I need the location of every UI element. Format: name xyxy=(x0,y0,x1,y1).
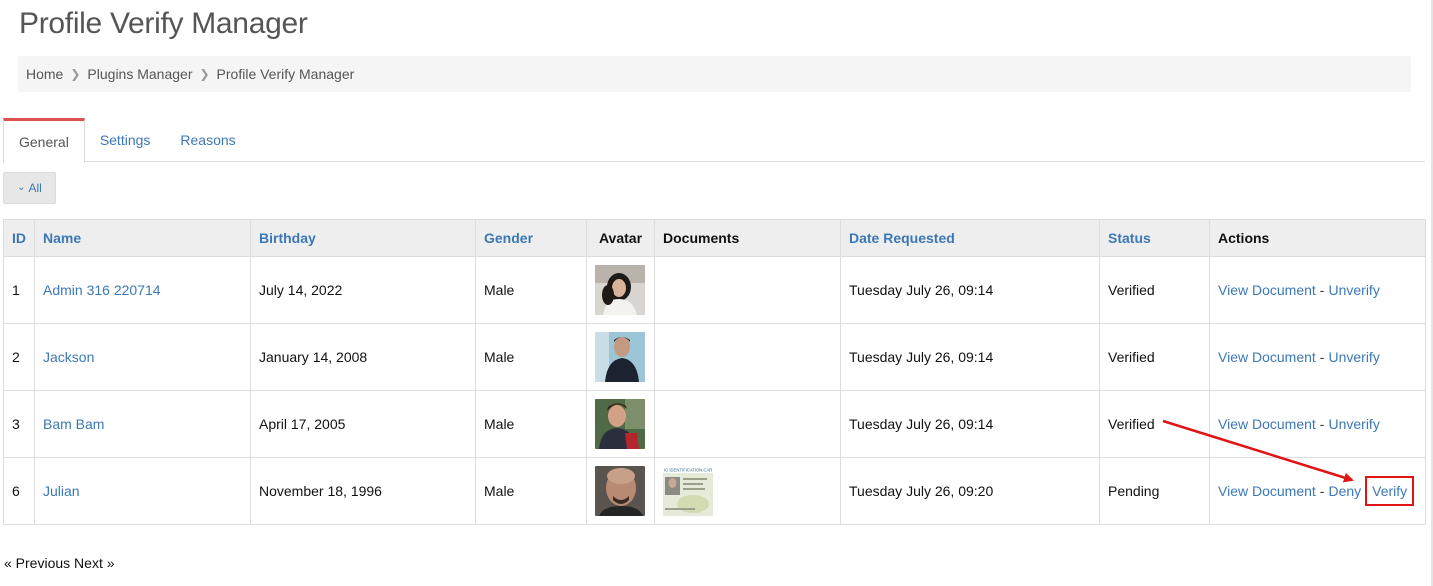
row-gender: Male xyxy=(475,323,587,391)
pagination: « Previous Next » xyxy=(4,555,115,571)
row-status: Verified xyxy=(1099,323,1210,391)
row-birthday: November 18, 1996 xyxy=(250,457,476,525)
unverify-link[interactable]: Unverify xyxy=(1328,282,1379,298)
row-actions: View Document - Unverify xyxy=(1209,390,1426,458)
column-header-birthday[interactable]: Birthday xyxy=(250,219,476,257)
row-date-requested: Tuesday July 26, 09:20 xyxy=(840,457,1100,525)
row-date-requested: Tuesday July 26, 09:14 xyxy=(840,323,1100,391)
row-gender: Male xyxy=(475,256,587,324)
breadcrumb-home[interactable]: Home xyxy=(26,66,63,82)
view-document-link[interactable]: View Document xyxy=(1218,349,1316,365)
view-document-link[interactable]: View Document xyxy=(1218,483,1316,499)
next-page-link[interactable]: Next » xyxy=(74,555,114,571)
row-avatar-cell xyxy=(586,256,655,324)
action-separator: - xyxy=(1319,483,1325,499)
breadcrumb-separator-icon: ❯ xyxy=(70,67,81,81)
action-separator: - xyxy=(1319,282,1325,298)
verify-link[interactable]: Verify xyxy=(1365,476,1415,506)
filter-all-button[interactable]: ⌄ All xyxy=(3,172,56,204)
table-row: 3 Bam Bam April 17, 2005 Male Tuesday Ju… xyxy=(3,390,1426,458)
avatar[interactable] xyxy=(595,332,645,382)
tab-reasons[interactable]: Reasons xyxy=(165,118,250,162)
row-actions: View Document - Unverify xyxy=(1209,323,1426,391)
deny-link[interactable]: Deny xyxy=(1328,483,1361,499)
row-actions: View Document - Unverify xyxy=(1209,256,1426,324)
column-header-gender[interactable]: Gender xyxy=(475,219,587,257)
row-status: Verified xyxy=(1099,390,1210,458)
table-header-row: ID Name Birthday Gender Avatar Documents… xyxy=(3,219,1426,257)
row-id: 3 xyxy=(3,390,35,458)
column-header-avatar: Avatar xyxy=(586,219,655,257)
column-header-id[interactable]: ID xyxy=(3,219,35,257)
column-header-status[interactable]: Status xyxy=(1099,219,1210,257)
row-status: Pending xyxy=(1099,457,1210,525)
tab-settings[interactable]: Settings xyxy=(85,118,166,162)
row-name-link[interactable]: Bam Bam xyxy=(34,390,251,458)
row-documents-cell: IC IDENTIFICATION CAR xyxy=(654,457,841,525)
view-document-link[interactable]: View Document xyxy=(1218,282,1316,298)
chevron-down-icon: ⌄ xyxy=(17,181,26,193)
row-avatar-cell xyxy=(586,457,655,525)
breadcrumb-current: Profile Verify Manager xyxy=(216,66,355,82)
table-row: 1 Admin 316 220714 July 14, 2022 Male Tu… xyxy=(3,256,1426,324)
table-row: 2 Jackson January 14, 2008 Male Tuesday … xyxy=(3,323,1426,391)
row-birthday: July 14, 2022 xyxy=(250,256,476,324)
row-gender: Male xyxy=(475,457,587,525)
row-name-link[interactable]: Jackson xyxy=(34,323,251,391)
tab-general[interactable]: General xyxy=(3,118,85,163)
document-header-text: IC IDENTIFICATION CAR xyxy=(664,468,712,473)
table-row: 6 Julian November 18, 1996 Male IC IDENT… xyxy=(3,457,1426,525)
row-gender: Male xyxy=(475,390,587,458)
unverify-link[interactable]: Unverify xyxy=(1328,416,1379,432)
view-document-link[interactable]: View Document xyxy=(1218,416,1316,432)
previous-page-link[interactable]: « Previous xyxy=(4,555,70,571)
filter-label: All xyxy=(28,181,42,195)
avatar[interactable] xyxy=(595,466,645,516)
verify-requests-table: ID Name Birthday Gender Avatar Documents… xyxy=(3,219,1426,525)
row-documents-cell xyxy=(654,256,841,324)
column-header-name[interactable]: Name xyxy=(34,219,251,257)
avatar[interactable] xyxy=(595,265,645,315)
column-header-date-requested[interactable]: Date Requested xyxy=(840,219,1100,257)
page-title: Profile Verify Manager xyxy=(19,7,308,40)
row-documents-cell xyxy=(654,323,841,391)
row-date-requested: Tuesday July 26, 09:14 xyxy=(840,256,1100,324)
breadcrumb-separator-icon: ❯ xyxy=(199,67,210,81)
tab-bar: General Settings Reasons xyxy=(3,118,1425,163)
breadcrumb: Home ❯ Plugins Manager ❯ Profile Verify … xyxy=(18,56,1411,92)
row-id: 2 xyxy=(3,323,35,391)
row-avatar-cell xyxy=(586,323,655,391)
action-separator: - xyxy=(1319,349,1325,365)
row-name-link[interactable]: Admin 316 220714 xyxy=(34,256,251,324)
avatar[interactable] xyxy=(595,399,645,449)
row-name-link[interactable]: Julian xyxy=(34,457,251,525)
row-avatar-cell xyxy=(586,390,655,458)
row-date-requested: Tuesday July 26, 09:14 xyxy=(840,390,1100,458)
row-id: 1 xyxy=(3,256,35,324)
row-documents-cell xyxy=(654,390,841,458)
breadcrumb-plugins-manager[interactable]: Plugins Manager xyxy=(87,66,192,82)
row-status: Verified xyxy=(1099,256,1210,324)
row-actions: View Document - Deny Verify xyxy=(1209,457,1426,525)
unverify-link[interactable]: Unverify xyxy=(1328,349,1379,365)
row-birthday: January 14, 2008 xyxy=(250,323,476,391)
document-thumbnail[interactable]: IC IDENTIFICATION CAR xyxy=(663,466,713,516)
row-id: 6 xyxy=(3,457,35,525)
action-separator: - xyxy=(1319,416,1325,432)
column-header-documents: Documents xyxy=(654,219,841,257)
column-header-actions: Actions xyxy=(1209,219,1426,257)
row-birthday: April 17, 2005 xyxy=(250,390,476,458)
